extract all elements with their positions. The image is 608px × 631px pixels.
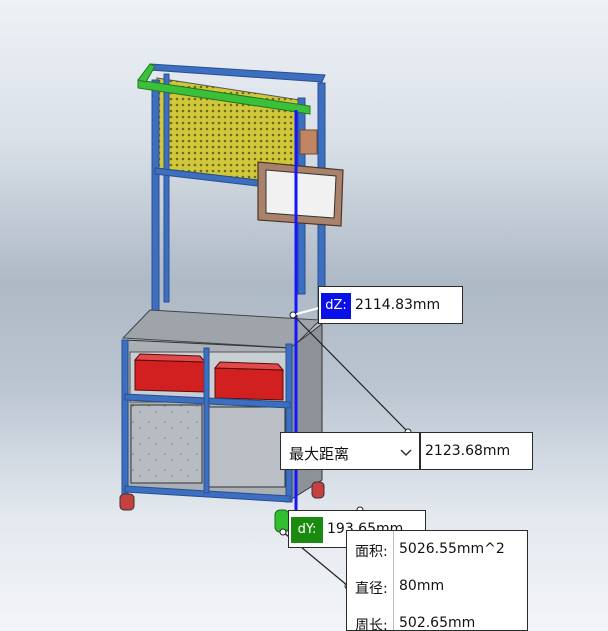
graphics-viewport[interactable]: dZ: 2114.83mm 最大距离 2123.68mm dY: 193.65m… xyxy=(0,0,608,631)
perimeter-value: 502.65mm xyxy=(399,615,476,631)
circle-properties-box[interactable]: 面积: 5026.55mm^2 直径: 80mm 周长: 502.65mm xyxy=(346,530,528,631)
area-label: 面积: xyxy=(355,544,388,560)
distance-mode-label: 最大距离 xyxy=(289,445,350,463)
monitor-bracket xyxy=(299,129,318,155)
dz-tag: dZ: xyxy=(321,293,351,319)
max-distance-value: 2123.68mm xyxy=(425,443,511,459)
diameter-label: 直径: xyxy=(355,581,388,597)
monitor xyxy=(257,161,344,227)
max-distance-value-box[interactable]: 2123.68mm xyxy=(420,432,533,470)
dz-value: 2114.83mm xyxy=(355,297,441,313)
area-row: 面积: 5026.55mm^2 xyxy=(347,531,527,568)
perimeter-row: 周长: 502.65mm xyxy=(347,605,527,631)
diameter-row: 直径: 80mm xyxy=(347,568,527,605)
distance-mode-dropdown[interactable]: 最大距离 xyxy=(280,432,420,470)
diameter-value: 80mm xyxy=(399,578,445,594)
dz-callout[interactable]: dZ: 2114.83mm xyxy=(318,286,463,324)
perimeter-label: 周长: xyxy=(355,618,388,631)
chevron-down-icon xyxy=(400,449,412,457)
area-value: 5026.55mm^2 xyxy=(399,541,505,557)
dy-tag: dY: xyxy=(291,517,323,543)
